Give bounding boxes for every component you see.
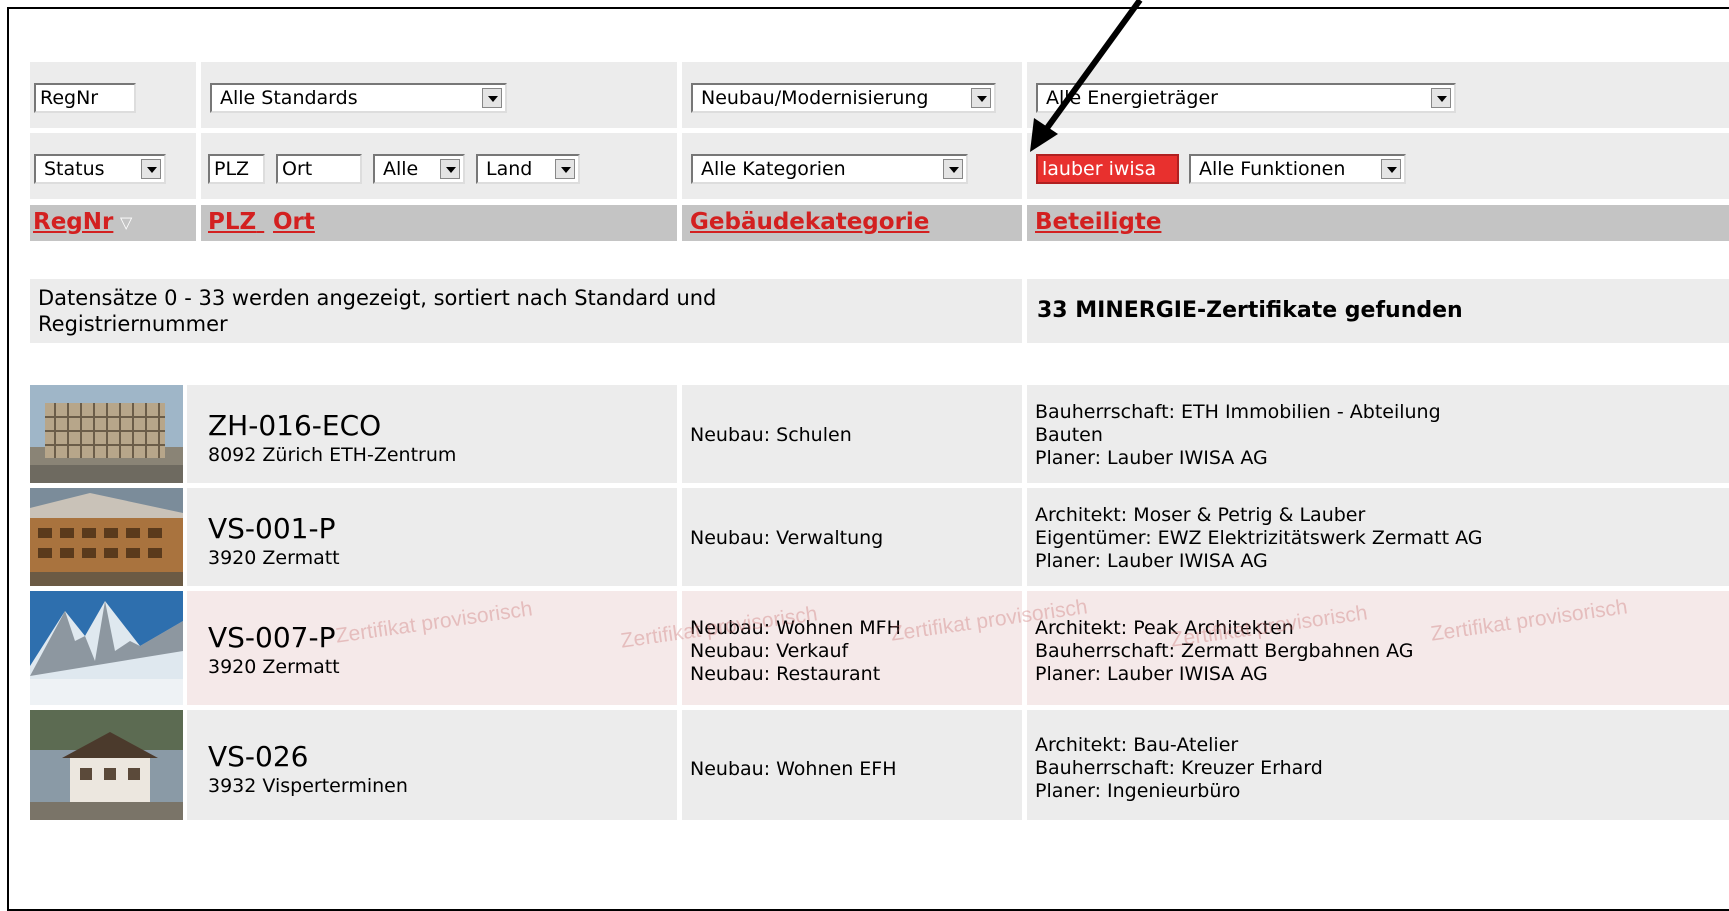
location-value: 3920 Zermatt (208, 656, 340, 678)
building-thumbnail[interactable] (30, 385, 183, 483)
regnr-cell: ZH-016-ECO 8092 Zürich ETH-Zentrum (187, 385, 677, 483)
sort-plz-label: PLZ (208, 209, 257, 235)
standard-select-value: Alle Standards (220, 87, 358, 109)
page-frame: RegNr Alle Standards Neubau/Modernisieru… (7, 7, 1729, 911)
participants-cell: Architekt: Bau-Atelier Bauherrschaft: Kr… (1027, 710, 1729, 820)
regnr-cell: VS-026 3932 Visperterminen (187, 710, 677, 820)
chevron-down-icon (943, 159, 963, 179)
status-select-value: Status (44, 158, 105, 180)
bauart-select-value: Neubau/Modernisierung (701, 87, 929, 109)
chevron-down-icon (1431, 88, 1451, 108)
category-line: Neubau: Schulen (690, 424, 852, 446)
sort-beteiligte-label: Beteiligte (1035, 209, 1162, 235)
participant-line: Planer: Ingenieurbüro (1035, 780, 1241, 802)
chevron-down-icon (482, 88, 502, 108)
sort-kategorie-link[interactable]: Gebäudekategorie (690, 209, 929, 235)
beteiligte-input[interactable]: lauber iwisa (1036, 154, 1179, 184)
funktion-select-value: Alle Funktionen (1199, 158, 1346, 180)
building-thumbnail[interactable] (30, 591, 183, 705)
certificate-count: 33 MINERGIE-Zertifikate gefunden (1037, 298, 1463, 323)
chevron-down-icon (141, 159, 161, 179)
category-line: Neubau: Wohnen MFH (690, 617, 901, 639)
table-row[interactable]: ZH-016-ECO 8092 Zürich ETH-Zentrum Neuba… (30, 385, 1729, 483)
info-cell-datasets: Datensätze 0 - 33 werden angezeigt, sort… (30, 279, 1022, 343)
building-photo-icon (30, 385, 183, 483)
bauart-select[interactable]: Neubau/Modernisierung (691, 83, 996, 113)
sort-plz-link[interactable]: PLZ (208, 209, 264, 235)
header-cell-regnr: RegNr ▽ (30, 205, 196, 241)
sort-regnr-label: RegNr (33, 209, 114, 235)
regnr-value[interactable]: VS-007-P (208, 621, 335, 654)
datasets-text: Datensätze 0 - 33 werden angezeigt, sort… (38, 286, 717, 336)
regnr-cell: VS-007-P 3920 Zermatt (187, 591, 677, 705)
sort-ort-label: Ort (273, 209, 315, 235)
status-select[interactable]: Status (34, 154, 166, 184)
ort-input[interactable]: Ort (276, 154, 362, 184)
regnr-cell: VS-001-P 3920 Zermatt (187, 488, 677, 586)
building-photo-icon (30, 488, 183, 586)
header-cell-location: PLZ Ort (201, 205, 677, 241)
participants-cell: Architekt: Peak Architekten Bauherrschaf… (1027, 591, 1729, 705)
sort-kategorie-label: Gebäudekategorie (690, 209, 930, 235)
regnr-value[interactable]: VS-001-P (208, 512, 335, 545)
kanton-select[interactable]: Alle (373, 154, 465, 184)
category-cell: Neubau: Schulen (682, 385, 1022, 483)
participant-line: Bauherrschaft: Kreuzer Erhard (1035, 757, 1323, 779)
kategorie-select-value: Alle Kategorien (701, 158, 846, 180)
sort-beteiligte-link[interactable]: Beteiligte (1035, 209, 1161, 235)
plz-input[interactable]: PLZ (208, 154, 265, 184)
standard-select[interactable]: Alle Standards (210, 83, 507, 113)
chevron-down-icon (555, 159, 575, 179)
participants-cell: Bauherrschaft: ETH Immobilien - Abteilun… (1027, 385, 1729, 483)
regnr-value[interactable]: VS-026 (208, 740, 308, 773)
category-line: Neubau: Wohnen EFH (690, 758, 897, 780)
building-thumbnail[interactable] (30, 710, 183, 820)
participant-line: Bauherrschaft: Zermatt Bergbahnen AG (1035, 640, 1414, 662)
kategorie-select[interactable]: Alle Kategorien (691, 154, 968, 184)
location-value: 8092 Zürich ETH-Zentrum (208, 444, 457, 466)
participant-line: Architekt: Moser & Petrig & Lauber (1035, 504, 1366, 526)
header-cell-beteiligte: Beteiligte (1027, 205, 1729, 241)
category-line: Neubau: Verwaltung (690, 527, 884, 549)
sort-ort-link[interactable]: Ort (273, 209, 315, 235)
chevron-down-icon (971, 88, 991, 108)
energietraeger-select-value: Alle Energieträger (1046, 87, 1218, 109)
regnr-input[interactable]: RegNr (34, 83, 136, 113)
building-thumbnail[interactable] (30, 488, 183, 586)
table-row[interactable]: VS-001-P 3920 Zermatt Neubau: Verwaltung… (30, 488, 1729, 586)
header-cell-kategorie: Gebäudekategorie (682, 205, 1022, 241)
land-select-value: Land (486, 158, 533, 180)
participant-line: Planer: Lauber IWISA AG (1035, 550, 1268, 572)
participants-cell: Architekt: Moser & Petrig & Lauber Eigen… (1027, 488, 1729, 586)
category-line: Neubau: Verkauf (690, 640, 849, 662)
energietraeger-select[interactable]: Alle Energieträger (1036, 83, 1456, 113)
table-row[interactable]: VS-026 3932 Visperterminen Neubau: Wohne… (30, 710, 1729, 820)
chevron-down-icon (1381, 159, 1401, 179)
category-line: Neubau: Restaurant (690, 663, 881, 685)
category-cell: Neubau: Verwaltung (682, 488, 1022, 586)
sort-regnr-link[interactable]: RegNr (33, 209, 113, 235)
participant-line: Bauten (1035, 424, 1103, 446)
participant-line: Architekt: Peak Architekten (1035, 617, 1294, 639)
funktion-select[interactable]: Alle Funktionen (1189, 154, 1406, 184)
regnr-value[interactable]: ZH-016-ECO (208, 409, 381, 442)
category-cell: Neubau: Wohnen EFH (682, 710, 1022, 820)
location-value: 3932 Visperterminen (208, 775, 408, 797)
participant-line: Planer: Lauber IWISA AG (1035, 663, 1268, 685)
kanton-select-value: Alle (383, 158, 419, 180)
info-cell-count: 33 MINERGIE-Zertifikate gefunden (1027, 279, 1729, 343)
location-value: 3920 Zermatt (208, 547, 340, 569)
mountain-photo-icon (30, 591, 183, 705)
table-row[interactable]: VS-007-P 3920 Zermatt Neubau: Wohnen MFH… (30, 591, 1729, 705)
chevron-down-icon (440, 159, 460, 179)
land-select[interactable]: Land (476, 154, 580, 184)
participant-line: Architekt: Bau-Atelier (1035, 734, 1239, 756)
participant-line: Bauherrschaft: ETH Immobilien - Abteilun… (1035, 401, 1441, 423)
participant-line: Planer: Lauber IWISA AG (1035, 447, 1268, 469)
participant-line: Eigentümer: EWZ Elektrizitätswerk Zermat… (1035, 527, 1483, 549)
house-photo-icon (30, 710, 183, 820)
sort-indicator-icon: ▽ (120, 213, 133, 232)
category-cell: Neubau: Wohnen MFH Neubau: Verkauf Neuba… (682, 591, 1022, 705)
